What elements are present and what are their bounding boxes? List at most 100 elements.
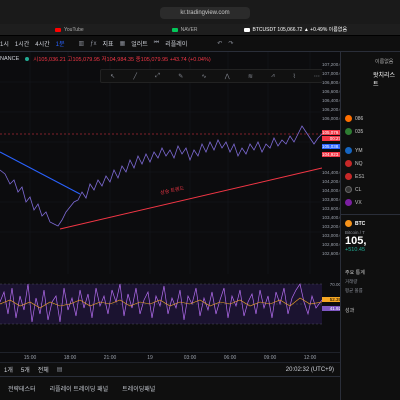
symbol-label: 035 bbox=[355, 128, 364, 135]
clock-label[interactable]: 20:02:32 (UTC+9) bbox=[286, 367, 334, 373]
pattern-icon[interactable]: ⋀ bbox=[225, 73, 230, 80]
alert-button[interactable]: 얼러트 bbox=[131, 39, 148, 48]
time-tick: 15:00 bbox=[23, 355, 37, 361]
price-tick: 102,600.00 bbox=[322, 251, 345, 256]
brush-icon[interactable]: ∿ bbox=[201, 73, 206, 80]
price-tick: 103,200.00 bbox=[322, 224, 345, 229]
interval-1h-short[interactable]: 1시 bbox=[0, 39, 9, 48]
current-price-label: 105,079.95 bbox=[322, 130, 345, 135]
wave-icon[interactable]: ≋ bbox=[248, 73, 253, 80]
symbol-icon bbox=[345, 199, 352, 206]
symbol-label: VX bbox=[355, 199, 362, 206]
price-tick: 106,400.00 bbox=[322, 98, 345, 103]
interval-1h[interactable]: 1시간 bbox=[15, 39, 29, 48]
trendline-icon[interactable]: ╱ bbox=[133, 73, 137, 80]
time-tick: 06:00 bbox=[223, 355, 237, 361]
symbol-icon bbox=[345, 160, 352, 167]
ohlc-values: 시105,036.21 고105,079.95 저104,984.35 종105… bbox=[33, 57, 211, 63]
watchlist-header: 이름없음 bbox=[341, 52, 400, 70]
indicators-button[interactable]: 지표 bbox=[103, 39, 114, 48]
range-1d[interactable]: 1개 bbox=[4, 365, 13, 374]
symbol-icon bbox=[345, 173, 352, 180]
volume-label: 거래량 bbox=[345, 279, 358, 284]
time-tick: 18:00 bbox=[63, 355, 77, 361]
time-tick: 12:00 bbox=[303, 355, 317, 361]
price-tick: 104,200.00 bbox=[322, 179, 345, 184]
exchange-label[interactable]: NANCE bbox=[0, 56, 19, 62]
tab-strip: YouTube NAVER BTCUSDT 105,066.72 ▲ +0.49… bbox=[0, 24, 400, 35]
price-tick: 106,200.00 bbox=[322, 107, 345, 112]
list-item[interactable]: VX bbox=[341, 196, 400, 209]
market-status-icon bbox=[25, 57, 30, 61]
chart-toolbar: 1시 1시간 4시간 1분 ▥ ƒx 지표 ▦ 얼러트 ⏮ 리플레이 ↶ ↷ bbox=[0, 36, 400, 52]
symbol-label: ES1 bbox=[355, 173, 365, 180]
rsi-ma-label: 52.39 bbox=[322, 297, 342, 302]
symbol-icon bbox=[345, 186, 352, 193]
uptrend-line bbox=[59, 167, 323, 230]
watchlist-panel: 이름없음 왓치리스트 086 035 YM NQ ES1 CL VX BTC B… bbox=[340, 52, 400, 400]
time-axis[interactable]: 15:00 18:00 21:00 19 03:00 06:00 09:00 1… bbox=[0, 352, 340, 362]
price-tick: 106,800.00 bbox=[322, 80, 345, 85]
tab-youtube[interactable]: YouTube bbox=[55, 27, 84, 33]
time-tick: 19 bbox=[147, 355, 153, 361]
more-icon[interactable]: ⋯ bbox=[314, 73, 320, 80]
indicators-icon[interactable]: ƒx bbox=[90, 41, 96, 47]
ray-icon[interactable]: ⤢ bbox=[155, 73, 160, 80]
time-tick: 03:00 bbox=[183, 355, 197, 361]
performance-label: 성과 bbox=[345, 308, 355, 314]
list-item[interactable]: ES1 bbox=[341, 170, 400, 183]
range-all[interactable]: 전체 bbox=[38, 365, 49, 374]
range-5d[interactable]: 5개 bbox=[21, 365, 30, 374]
list-item[interactable]: NQ bbox=[341, 157, 400, 170]
time-tick: 09:00 bbox=[263, 355, 277, 361]
symbol-info: NANCE 시105,036.21 고105,079.95 저104,984.3… bbox=[0, 54, 340, 64]
price-tick: 104,400.00 bbox=[322, 170, 345, 175]
redo-icon[interactable]: ↷ bbox=[228, 40, 233, 47]
url-bar[interactable]: kr.tradingview.com bbox=[160, 7, 250, 19]
symbol-label: NQ bbox=[355, 160, 363, 167]
tab-trading-panel[interactable]: 트레이딩패널 bbox=[122, 384, 155, 393]
range-bar: 1개 5개 전체 ▤ 20:02:32 (UTC+9) bbox=[0, 362, 340, 376]
replay-button[interactable]: 리플레이 bbox=[165, 39, 187, 48]
replay-icon[interactable]: ⏮ bbox=[154, 40, 159, 47]
watchlist-name[interactable]: 이름없음 bbox=[375, 58, 393, 65]
list-item[interactable]: YM bbox=[341, 144, 400, 157]
tab-strategy-tester[interactable]: 전략테스터 bbox=[8, 384, 36, 393]
tab-label: BTCUSDT 105,066.72 ▲ +0.49% 이름없음 bbox=[252, 27, 348, 33]
zigzag-icon[interactable]: ⩘ bbox=[271, 73, 274, 80]
symbol-label: CL bbox=[355, 186, 362, 193]
rsi-tick: 70.00 bbox=[329, 282, 341, 287]
tab-tradingview[interactable]: BTCUSDT 105,066.72 ▲ +0.49% 이름없음 bbox=[243, 26, 348, 33]
list-item[interactable]: CL bbox=[341, 183, 400, 196]
undo-icon[interactable]: ↶ bbox=[217, 40, 222, 47]
symbol-icon bbox=[345, 147, 352, 154]
tab-replay-panel[interactable]: 리플레이 트레이딩 패널 bbox=[50, 384, 109, 393]
price-tick: 102,800.00 bbox=[322, 242, 345, 247]
interval-4h[interactable]: 4시간 bbox=[35, 39, 49, 48]
list-item[interactable]: 086 bbox=[341, 112, 400, 125]
interval-1m[interactable]: 1분 bbox=[56, 39, 65, 48]
chart-type-icon[interactable]: ▥ bbox=[79, 40, 85, 47]
symbol-label: YM bbox=[355, 147, 363, 154]
price-axis[interactable]: 107,200.00 107,000.00 106,800.00 106,600… bbox=[322, 52, 345, 352]
countdown-label: 00:27 bbox=[322, 136, 342, 141]
btc-detail-header[interactable]: BTC bbox=[341, 217, 400, 230]
cursor-icon[interactable]: ↖ bbox=[110, 73, 115, 80]
pen-icon[interactable]: ✎ bbox=[178, 73, 183, 80]
polyline-icon[interactable]: ⌇ bbox=[293, 73, 296, 80]
naver-icon bbox=[171, 27, 178, 32]
calendar-icon[interactable]: ▤ bbox=[57, 366, 63, 373]
chart-pane[interactable] bbox=[0, 52, 340, 352]
price-tick: 106,000.00 bbox=[322, 116, 345, 121]
price-tick: 103,600.00 bbox=[322, 206, 345, 211]
price-tick: 103,400.00 bbox=[322, 215, 345, 220]
price-label-red: 104,923.12 bbox=[322, 152, 345, 157]
price-series bbox=[0, 125, 323, 227]
btc-label: BTC bbox=[355, 220, 366, 227]
layout-icon[interactable]: ▦ bbox=[120, 40, 126, 47]
watchlist-title[interactable]: 왓치리스트 bbox=[341, 70, 400, 88]
price-tick: 107,200.00 bbox=[322, 62, 345, 67]
tab-naver[interactable]: NAVER bbox=[171, 27, 198, 33]
price-tick: 103,000.00 bbox=[322, 233, 345, 238]
list-item[interactable]: 035 bbox=[341, 125, 400, 138]
